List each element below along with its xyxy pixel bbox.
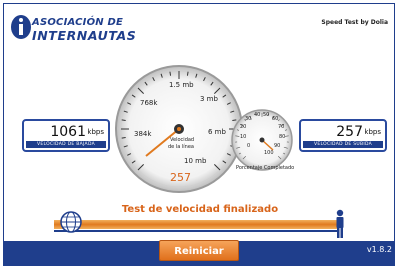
progress-stripe [54,220,339,229]
upload-value: 257 [336,124,363,140]
percent-label: Porcentaje Completado [236,165,294,171]
pct-tick-0: 0 [247,143,250,149]
upload-unit: kbps [364,128,381,136]
percent-gauge: 0 10 20 30 40 50 60 70 80 90 100 Porcent… [231,109,294,171]
speed-tick-mark [121,119,126,122]
progress-track [54,220,339,232]
download-value: 1061 [50,124,86,140]
pct-tick-50: 50 [263,112,269,118]
speed-center-label-1: Velocidad [170,137,194,143]
pct-tick-20: 20 [240,124,246,130]
speed-tick-mark [232,119,237,122]
progress-baseline [54,230,339,232]
speed-tick-768k: 768k [140,99,158,107]
speed-tick-1-5mb: 1.5 mb [169,81,194,89]
speed-readout: 257 [170,171,191,184]
upload-caption: VELOCIDAD DE SUBIDA [303,141,383,148]
speed-center-label-2: de la línea [168,143,194,150]
speed-tick-10mb: 10 mb [184,157,207,165]
download-caption: VELOCIDAD DE BAJADA [26,141,106,148]
version-label: v1.8.2 [366,245,392,254]
restart-button[interactable]: Reiniciar [159,240,239,261]
globe-icon [60,211,82,233]
gauges: 384k 768k 1.5 mb 3 mb 6 mb 10 mb Velocid… [115,65,294,193]
speed-tick-3mb: 3 mb [200,95,218,103]
speed-tick-mark [121,136,126,139]
download-readout: 1061 kbps VELOCIDAD DE BAJADA [22,119,110,152]
speed-gauge: 384k 768k 1.5 mb 3 mb 6 mb 10 mb Velocid… [115,65,243,193]
speed-tick-mark [186,71,189,76]
pct-tick-30: 30 [245,116,251,122]
speed-tick-6mb: 6 mb [208,128,226,136]
pct-tick-90: 90 [274,143,280,149]
person-icon [336,209,344,238]
pct-tick-60: 60 [272,116,278,122]
download-unit: kbps [87,128,104,136]
pct-tick-40: 40 [254,112,260,118]
speed-tick-mark [169,71,172,76]
pct-tick-100: 100 [264,150,274,156]
pct-tick-10: 10 [240,134,246,140]
pct-tick-80: 80 [279,134,285,140]
speedtest-window: ASOCIACIÓN DE INTERNAUTAS Speed Test by … [3,3,395,266]
pct-tick-70: 70 [278,124,284,130]
speed-tick-384k: 384k [134,130,152,138]
upload-readout: 257 kbps VELOCIDAD DE SUBIDA [299,119,387,152]
